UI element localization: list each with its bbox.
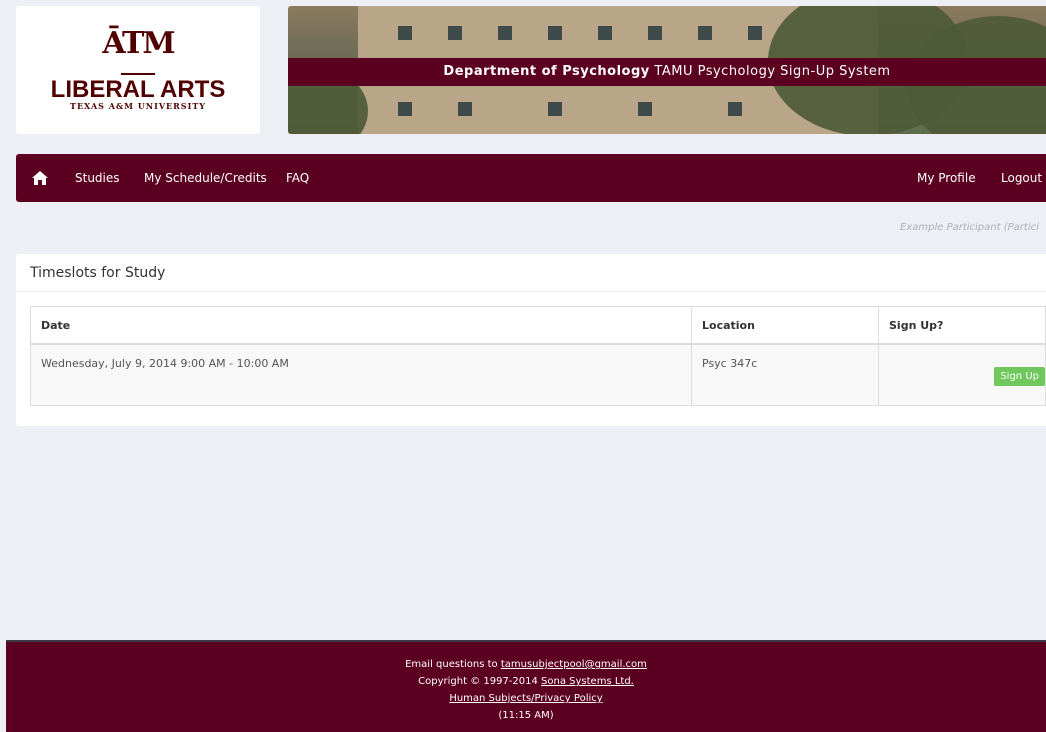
footer-company-link[interactable]: Sona Systems Ltd. (541, 676, 634, 687)
home-icon[interactable] (32, 154, 50, 202)
panel-title: Timeslots for Study (30, 265, 166, 281)
current-user-label: Example Participant (Partici (900, 222, 1039, 233)
footer: Email questions to tamusubjectpool@gmail… (6, 640, 1046, 732)
nav-faq[interactable]: FAQ (286, 154, 309, 202)
header-banner: Department of Psychology TAMU Psychology… (288, 6, 1046, 134)
column-header-location: Location (691, 306, 879, 345)
atm-logo-mark: ĀTM (102, 26, 175, 61)
footer-copyright-prefix: Copyright © 1997-2014 (418, 676, 542, 687)
nav-my-profile[interactable]: My Profile (917, 154, 976, 202)
timeslot-signup-cell: Sign Up (878, 343, 1046, 406)
footer-email-link[interactable]: tamusubjectpool@gmail.com (501, 659, 647, 670)
footer-copyright-line: Copyright © 1997-2014 Sona Systems Ltd. (6, 673, 1046, 690)
footer-email-line: Email questions to tamusubjectpool@gmail… (6, 656, 1046, 673)
banner-system: TAMU Psychology Sign-Up System (654, 64, 891, 79)
timeslots-panel: Timeslots for Study Date Location Sign U… (16, 254, 1046, 426)
logo[interactable]: ĀTM LIBERAL ARTS TEXAS A&M UNIVERSITY (16, 6, 260, 134)
nav-logout[interactable]: Logout (1001, 154, 1042, 202)
logo-title: LIBERAL ARTS (50, 76, 226, 103)
nav-schedule-credits[interactable]: My Schedule/Credits (144, 154, 267, 202)
column-header-date: Date (30, 306, 692, 345)
timeslots-table: Date Location Sign Up? Wednesday, July 9… (30, 306, 1046, 406)
table-row: Wednesday, July 9, 2014 9:00 AM - 10:00 … (30, 343, 1046, 406)
sign-up-button[interactable]: Sign Up (994, 367, 1045, 386)
footer-policy-line: Human Subjects/Privacy Policy (6, 690, 1046, 707)
logo-divider (121, 73, 155, 75)
timeslot-location: Psyc 347c (691, 343, 879, 406)
column-header-signup: Sign Up? (878, 306, 1046, 345)
nav-bar: Studies My Schedule/Credits FAQ My Profi… (16, 154, 1046, 202)
banner-dept: Department of Psychology (443, 64, 650, 79)
logo-subtitle: TEXAS A&M UNIVERSITY (70, 101, 206, 111)
panel-divider (16, 291, 1046, 292)
footer-time: (11:15 AM) (498, 710, 554, 721)
table-header-row: Date Location Sign Up? (30, 306, 1046, 345)
timeslot-date: Wednesday, July 9, 2014 9:00 AM - 10:00 … (30, 343, 692, 406)
banner-title: Department of Psychology TAMU Psychology… (288, 58, 1046, 86)
footer-email-prefix: Email questions to (405, 659, 501, 670)
nav-studies[interactable]: Studies (75, 154, 120, 202)
footer-policy-link[interactable]: Human Subjects/Privacy Policy (449, 693, 602, 704)
